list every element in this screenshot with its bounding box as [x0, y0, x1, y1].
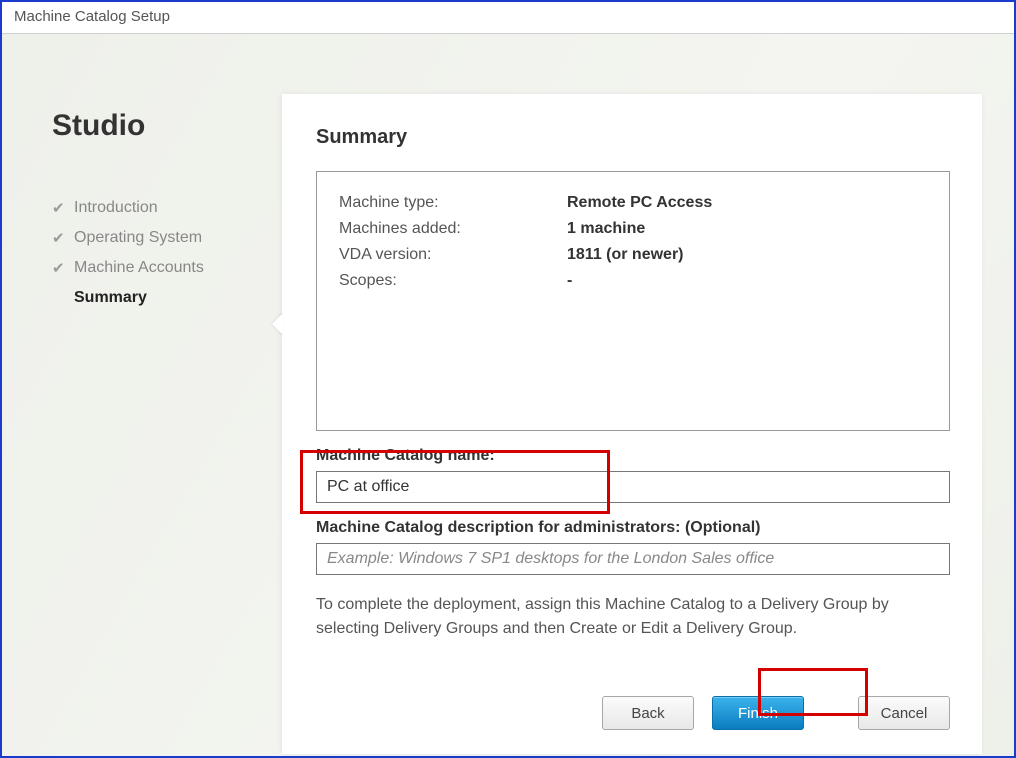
back-button[interactable]: Back	[602, 696, 694, 730]
summary-row-machine-type: Machine type: Remote PC Access	[339, 190, 927, 216]
panel-title: Summary	[316, 126, 950, 149]
wizard-body: Studio ✔ Introduction ✔ Operating System…	[2, 34, 1014, 756]
studio-title: Studio	[52, 109, 262, 143]
summary-key: Scopes:	[339, 272, 567, 290]
nav-step-machine-accounts[interactable]: ✔ Machine Accounts	[52, 253, 262, 283]
summary-value: 1 machine	[567, 220, 645, 238]
summary-key: Machines added:	[339, 220, 567, 238]
nav-step-operating-system[interactable]: ✔ Operating System	[52, 223, 262, 253]
nav-step-introduction[interactable]: ✔ Introduction	[52, 193, 262, 223]
summary-key: VDA version:	[339, 246, 567, 264]
cancel-button[interactable]: Cancel	[858, 696, 950, 730]
wizard-panel: Summary Machine type: Remote PC Access M…	[282, 94, 982, 754]
nav-step-label: Machine Accounts	[74, 259, 204, 277]
summary-value: 1811 (or newer)	[567, 246, 684, 264]
nav-step-label: Introduction	[74, 199, 158, 217]
check-icon: ✔	[52, 259, 66, 277]
summary-value: -	[567, 272, 572, 290]
nav-step-label: Summary	[74, 289, 147, 307]
summary-row-vda-version: VDA version: 1811 (or newer)	[339, 242, 927, 268]
summary-key: Machine type:	[339, 194, 567, 212]
nav-step-label: Operating System	[74, 229, 202, 247]
catalog-name-input[interactable]	[316, 471, 950, 503]
window-title: Machine Catalog Setup	[2, 2, 1014, 34]
finish-button[interactable]: Finish	[712, 696, 804, 730]
check-icon: ✔	[52, 229, 66, 247]
wizard-sidebar: Studio ✔ Introduction ✔ Operating System…	[52, 109, 262, 313]
button-row: Back Finish Cancel	[602, 696, 950, 730]
catalog-description-input[interactable]	[316, 543, 950, 575]
catalog-name-label: Machine Catalog name:	[316, 447, 950, 465]
summary-row-scopes: Scopes: -	[339, 268, 927, 294]
summary-row-machines-added: Machines added: 1 machine	[339, 216, 927, 242]
deployment-hint: To complete the deployment, assign this …	[316, 593, 950, 641]
check-icon: ✔	[52, 199, 66, 217]
summary-value: Remote PC Access	[567, 194, 712, 212]
wizard-window: Machine Catalog Setup Studio ✔ Introduct…	[0, 0, 1016, 758]
summary-box: Machine type: Remote PC Access Machines …	[316, 171, 950, 431]
catalog-description-label: Machine Catalog description for administ…	[316, 519, 950, 537]
nav-step-summary[interactable]: ✔ Summary	[52, 283, 262, 313]
